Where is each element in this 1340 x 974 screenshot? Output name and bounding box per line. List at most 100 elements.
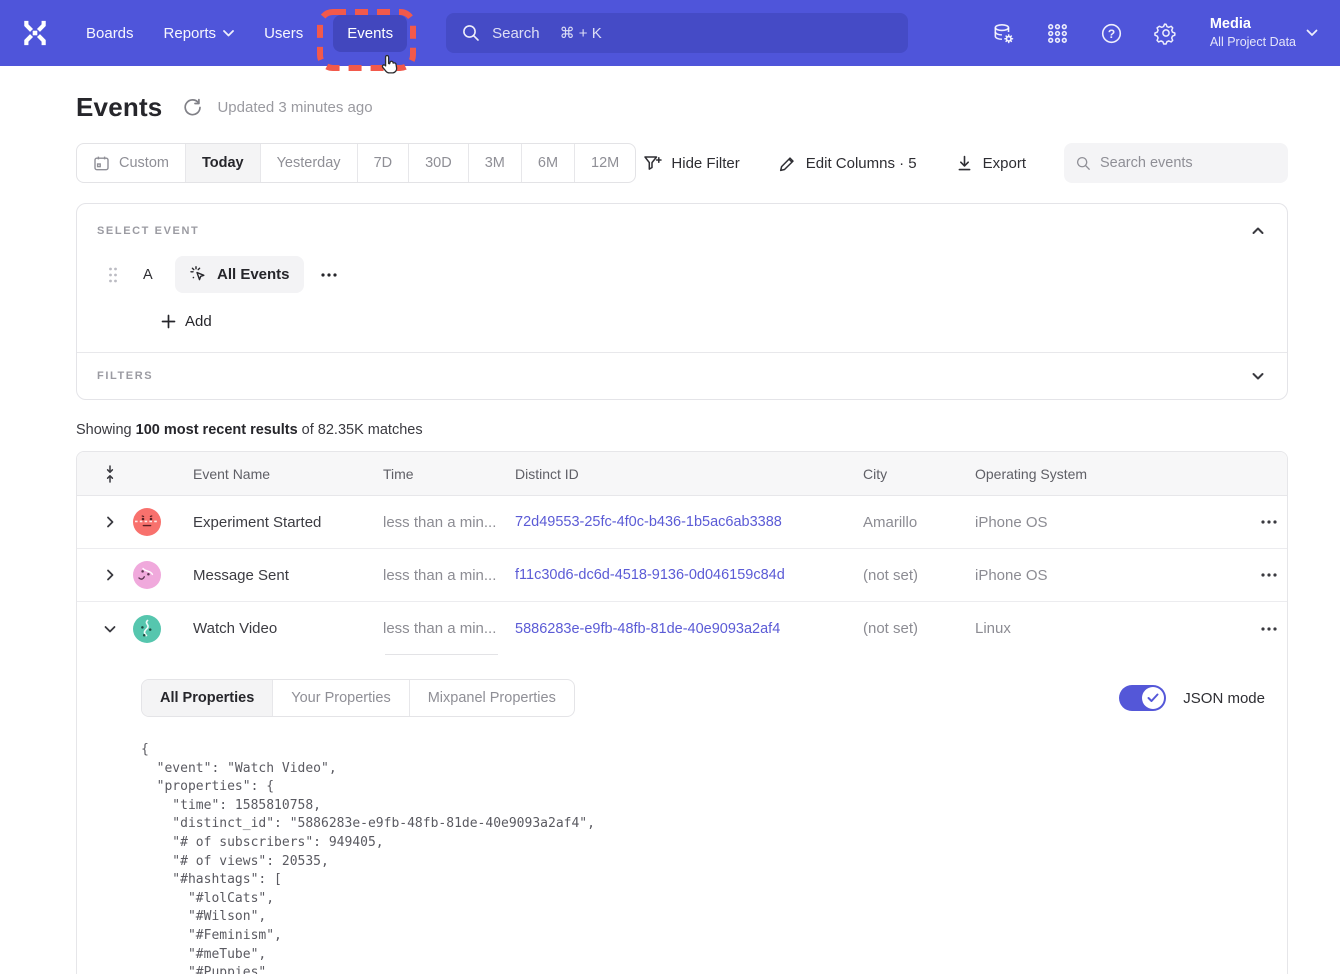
pencil-icon bbox=[778, 154, 797, 173]
event-avatar bbox=[133, 508, 161, 536]
table-row[interactable]: Message Sent less than a min... f11c30d6… bbox=[77, 549, 1287, 602]
project-name: Media bbox=[1210, 15, 1296, 35]
cell-distinct-id-link[interactable]: 72d49553-25fc-4f0c-b436-1b5ac6ab3388 bbox=[515, 514, 863, 530]
date-range-today[interactable]: Today bbox=[185, 144, 260, 182]
mixpanel-logo-icon[interactable] bbox=[20, 18, 50, 48]
nav-item-events-wrap: Events bbox=[333, 15, 407, 52]
event-detail-panel: All Properties Your Properties Mixpanel … bbox=[77, 655, 1287, 974]
date-range-selector: Custom Today Yesterday 7D 30D 3M 6M 12M bbox=[76, 143, 636, 183]
date-range-yesterday[interactable]: Yesterday bbox=[260, 144, 357, 182]
search-events-input[interactable] bbox=[1100, 155, 1276, 171]
collapse-row-button[interactable] bbox=[77, 623, 133, 635]
cell-os: iPhone OS bbox=[975, 514, 1189, 531]
search-events-field[interactable] bbox=[1064, 143, 1288, 183]
table-header-row: Event Name Time Distinct ID City Operati… bbox=[77, 452, 1287, 496]
tab-all-properties[interactable]: All Properties bbox=[142, 680, 272, 716]
add-label: Add bbox=[185, 313, 212, 330]
chevron-down-icon bbox=[223, 30, 234, 37]
sort-order-icon[interactable] bbox=[77, 464, 133, 484]
chevron-up-icon[interactable] bbox=[1249, 222, 1267, 240]
table-row[interactable]: Experiment Started less than a min... 72… bbox=[77, 496, 1287, 549]
col-header-city[interactable]: City bbox=[863, 466, 975, 482]
calendar-icon bbox=[93, 155, 110, 172]
nav-item-boards[interactable]: Boards bbox=[86, 25, 134, 42]
toggle-knob bbox=[1142, 687, 1164, 709]
filter-funnel-icon bbox=[643, 154, 662, 173]
filters-label: FILTERS bbox=[97, 370, 153, 382]
date-range-3m[interactable]: 3M bbox=[468, 144, 521, 182]
row-more-button[interactable] bbox=[1189, 627, 1287, 631]
edit-columns-button[interactable]: Edit Columns · 5 bbox=[778, 154, 917, 173]
event-selector-chip[interactable]: All Events bbox=[175, 256, 304, 293]
data-management-icon[interactable] bbox=[992, 21, 1016, 45]
main-content: Events Updated 3 minutes ago Custom Toda… bbox=[76, 92, 1288, 974]
date-range-custom[interactable]: Custom bbox=[77, 144, 185, 182]
help-icon[interactable]: ? bbox=[1100, 21, 1124, 45]
tab-your-properties[interactable]: Your Properties bbox=[272, 680, 408, 716]
col-header-distinct-id[interactable]: Distinct ID bbox=[515, 466, 863, 482]
cell-distinct-id-link[interactable]: f11c30d6-dc6d-4518-9136-0d046159c84d bbox=[515, 567, 863, 583]
export-label: Export bbox=[983, 155, 1026, 172]
results-suffix: of 82.35K matches bbox=[298, 422, 423, 438]
cell-city: (not set) bbox=[863, 567, 975, 584]
refresh-icon[interactable] bbox=[183, 98, 202, 117]
nav-item-users[interactable]: Users bbox=[264, 25, 303, 42]
drag-handle-icon[interactable] bbox=[107, 266, 119, 284]
query-builder-card: SELECT EVENT A bbox=[76, 203, 1288, 400]
event-avatar bbox=[133, 615, 161, 643]
add-event-button[interactable]: Add bbox=[161, 313, 212, 330]
event-query-row: A All Events bbox=[97, 256, 1267, 293]
row-more-button[interactable] bbox=[1189, 573, 1287, 577]
settings-gear-icon[interactable] bbox=[1154, 21, 1178, 45]
nav-item-events[interactable]: Events bbox=[333, 15, 407, 52]
col-header-os[interactable]: Operating System bbox=[975, 466, 1189, 482]
apps-grid-icon[interactable] bbox=[1046, 21, 1070, 45]
col-header-event-name[interactable]: Event Name bbox=[193, 466, 383, 482]
event-row-more-button[interactable] bbox=[321, 273, 337, 277]
chevron-down-icon bbox=[1306, 29, 1318, 37]
search-icon bbox=[462, 24, 480, 42]
filters-section[interactable]: FILTERS bbox=[77, 352, 1287, 399]
properties-tab-group: All Properties Your Properties Mixpanel … bbox=[141, 679, 575, 717]
global-search-input[interactable]: Search ⌘ + K bbox=[446, 13, 908, 53]
results-count: 100 most recent results bbox=[136, 422, 298, 438]
edit-columns-label: Edit Columns · 5 bbox=[806, 155, 917, 172]
download-icon bbox=[955, 154, 974, 173]
check-icon bbox=[1147, 693, 1159, 703]
cell-os: Linux bbox=[975, 620, 1189, 637]
global-search-placeholder: Search bbox=[492, 25, 540, 42]
expand-row-button[interactable] bbox=[77, 516, 133, 528]
export-button[interactable]: Export bbox=[955, 154, 1026, 173]
nav-item-reports[interactable]: Reports bbox=[164, 25, 235, 42]
event-json-view: { "event": "Watch Video", "properties": … bbox=[141, 741, 1267, 974]
nav-item-label: Reports bbox=[164, 25, 217, 42]
chevron-down-icon[interactable] bbox=[1249, 367, 1267, 385]
hide-filter-button[interactable]: Hide Filter bbox=[643, 154, 739, 173]
date-range-7d[interactable]: 7D bbox=[357, 144, 409, 182]
date-range-30d[interactable]: 30D bbox=[408, 144, 468, 182]
column-divider-line bbox=[385, 654, 498, 655]
primary-nav: Boards Reports Users Events bbox=[86, 15, 407, 52]
cell-distinct-id-link[interactable]: 5886283e-e9fb-48fb-81de-40e9093a2af4 bbox=[515, 621, 863, 637]
date-range-12m[interactable]: 12M bbox=[574, 144, 635, 182]
cell-time: less than a min... bbox=[383, 620, 515, 637]
select-event-label: SELECT EVENT bbox=[97, 225, 199, 237]
tab-mixpanel-properties[interactable]: Mixpanel Properties bbox=[409, 680, 574, 716]
chevron-down-icon bbox=[104, 623, 116, 635]
chevron-right-icon bbox=[104, 569, 116, 581]
table-row-expanded[interactable]: Watch Video less than a min... 5886283e-… bbox=[77, 602, 1287, 655]
project-scope: All Project Data bbox=[1210, 34, 1296, 51]
cell-city: Amarillo bbox=[863, 514, 975, 531]
project-switcher[interactable]: Media All Project Data bbox=[1210, 15, 1318, 51]
global-search-shortcut: ⌘ + K bbox=[560, 24, 602, 42]
date-range-6m[interactable]: 6M bbox=[521, 144, 574, 182]
json-mode-toggle[interactable] bbox=[1119, 685, 1166, 711]
updated-timestamp: Updated 3 minutes ago bbox=[217, 99, 372, 116]
expand-row-button[interactable] bbox=[77, 569, 133, 581]
row-more-button[interactable] bbox=[1189, 520, 1287, 524]
cursor-hand-icon bbox=[377, 53, 401, 79]
cell-event-name: Experiment Started bbox=[193, 514, 383, 531]
plus-icon bbox=[161, 314, 176, 329]
results-prefix: Showing bbox=[76, 422, 136, 438]
col-header-time[interactable]: Time bbox=[383, 466, 515, 482]
